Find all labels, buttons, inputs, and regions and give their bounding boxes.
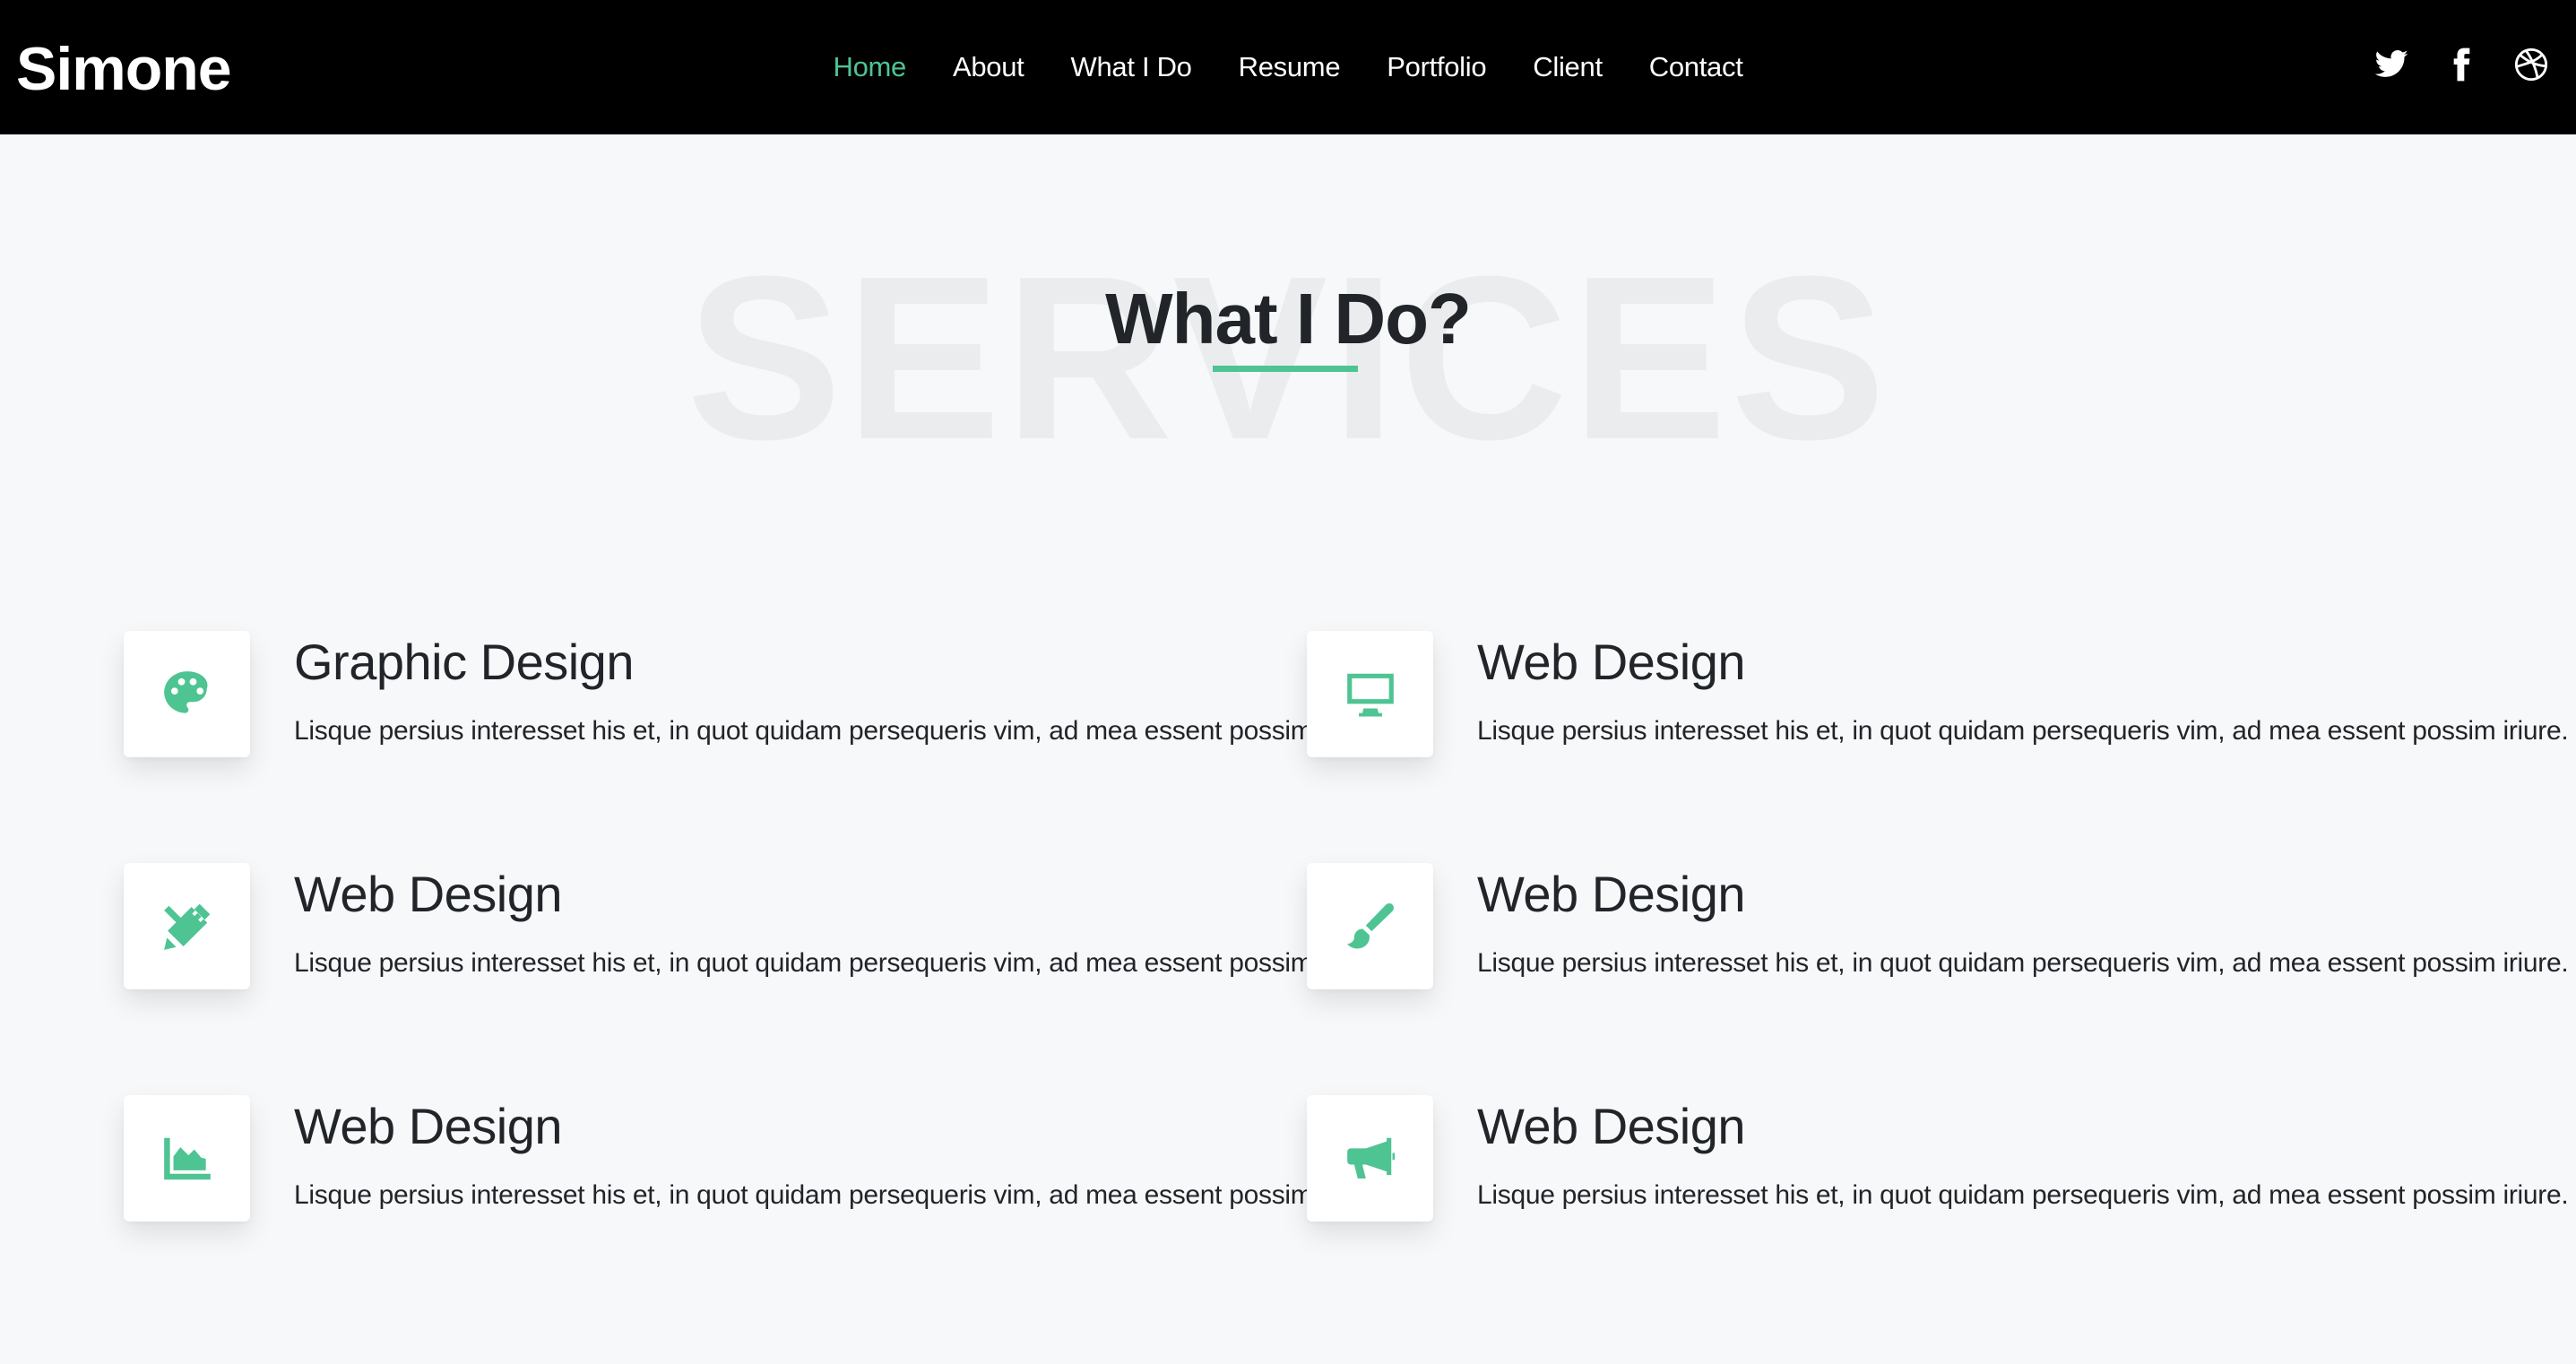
social-links [2373,47,2549,82]
service-item: Web Design Lisque persius interesset his… [1307,631,2569,810]
nav-contact[interactable]: Contact [1649,51,1743,83]
nav-home[interactable]: Home [833,51,906,83]
nav-about[interactable]: About [953,51,1024,83]
bullhorn-icon [1307,1095,1433,1222]
service-description: Lisque persius interesset his et, in quo… [294,1180,1386,1210]
pencil-ruler-icon [124,863,250,989]
service-description: Lisque persius interesset his et, in quo… [1477,716,2569,746]
service-description: Lisque persius interesset his et, in quo… [294,716,1386,746]
service-description: Lisque persius interesset his et, in quo… [1477,1180,2569,1210]
service-item: Web Design Lisque persius interesset his… [124,863,1386,1042]
main-nav: Home About What I Do Resume Portfolio Cl… [0,0,2576,134]
service-title: Web Design [294,1098,563,1154]
navbar: Simone Home About What I Do Resume Portf… [0,0,2576,134]
nav-resume[interactable]: Resume [1239,51,1341,83]
nav-what-i-do[interactable]: What I Do [1071,51,1192,83]
service-description: Lisque persius interesset his et, in quo… [294,948,1386,978]
service-title: Web Design [1477,866,1746,922]
service-item: Web Design Lisque persius interesset his… [1307,1095,2569,1274]
paint-brush-icon [1307,863,1433,989]
service-title: Web Design [1477,634,1746,690]
area-chart-icon [124,1095,250,1222]
service-title: Web Design [294,866,563,922]
palette-icon [124,631,250,757]
nav-client[interactable]: Client [1533,51,1603,83]
dribbble-icon[interactable] [2513,47,2549,82]
title-underline [1213,366,1358,372]
twitter-icon[interactable] [2373,47,2409,82]
service-item: Web Design Lisque persius interesset his… [1307,863,2569,1042]
services-heading: SERVICES What I Do? [0,242,2576,475]
desktop-icon [1307,631,1433,757]
service-item: Graphic Design Lisque persius interesset… [124,631,1386,810]
service-title: Web Design [1477,1098,1746,1154]
service-title: Graphic Design [294,634,634,690]
facebook-icon[interactable] [2443,47,2479,82]
nav-portfolio[interactable]: Portfolio [1387,51,1486,83]
service-item: Web Design Lisque persius interesset his… [124,1095,1386,1274]
service-description: Lisque persius interesset his et, in quo… [1477,948,2569,978]
section-title: What I Do? [1105,279,1472,358]
